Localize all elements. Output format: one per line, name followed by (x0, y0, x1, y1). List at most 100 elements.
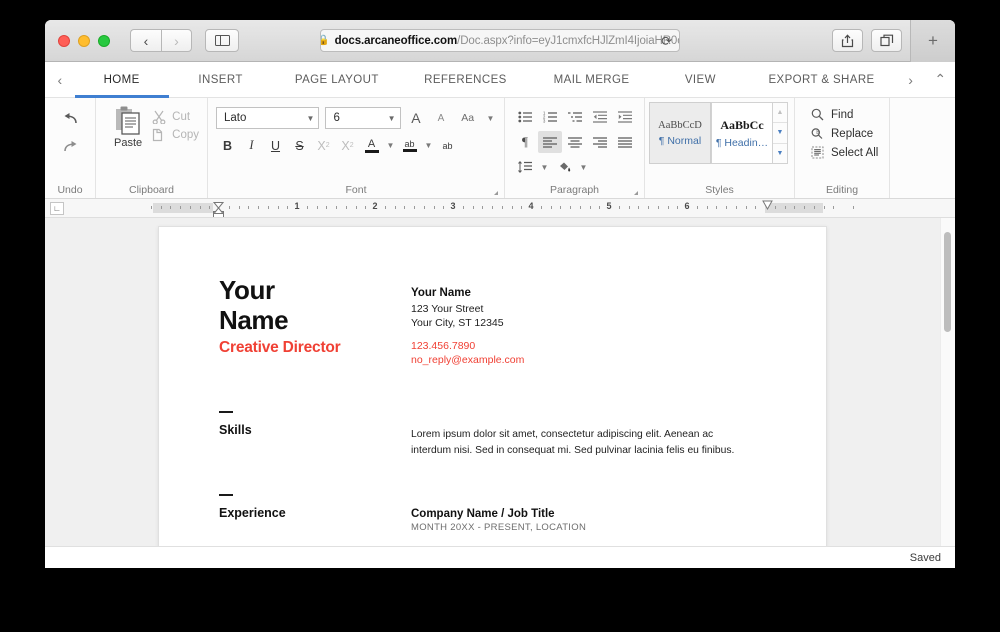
tab-export-and-share[interactable]: EXPORT & SHARE (747, 62, 895, 97)
ribbon-collapse-button[interactable]: ⌃ (925, 62, 955, 97)
bold-button[interactable]: B (216, 134, 239, 157)
grow-font-button[interactable]: A (407, 107, 426, 129)
ruler-number: 3 (450, 201, 456, 211)
paste-button[interactable]: Paste (104, 106, 152, 149)
address-bar[interactable]: 🔒 docs.arcaneoffice.com/Doc.aspx?info=ey… (320, 29, 680, 52)
underline-button[interactable]: U (264, 134, 287, 157)
forward-button[interactable]: › (161, 29, 192, 52)
italic-button[interactable]: I (240, 134, 263, 157)
close-window-button[interactable] (58, 34, 70, 47)
ruler-tick (618, 206, 620, 209)
style-item-normal[interactable]: AaBbCcD ¶ Normal (649, 102, 711, 164)
ruler-tick (755, 206, 757, 209)
experience-heading: Experience (219, 506, 286, 521)
show-formatting-marks-button[interactable]: ¶ (513, 131, 537, 153)
styles-scroll-up-button[interactable]: ▲ (773, 103, 787, 122)
tab-page-layout[interactable]: PAGE LAYOUT (273, 62, 402, 97)
align-right-button[interactable] (588, 131, 612, 153)
ribbon-prev-button[interactable]: ‹ (45, 62, 75, 97)
font-color-button[interactable]: A (360, 134, 383, 157)
new-tab-button[interactable]: + (910, 20, 955, 62)
contact-phone: 123.456.7890 (411, 339, 476, 352)
status-bar: Saved (45, 546, 955, 568)
ruler-tick (462, 206, 464, 209)
paragraph-dialog-launcher[interactable] (634, 191, 638, 195)
document-page[interactable]: Your Name Creative Director Your Name 12… (158, 226, 827, 563)
cut-button[interactable]: Cut (152, 110, 199, 124)
vertical-scrollbar-thumb[interactable] (944, 232, 951, 332)
minimize-window-button[interactable] (78, 34, 90, 47)
ruler-tick (560, 206, 562, 209)
replace-icon: b (811, 128, 823, 139)
ruler-tick (228, 206, 230, 209)
subscript-button[interactable]: X2 (336, 134, 359, 157)
ribbon-group-font: Lato ▼ 6 ▼ A A Aa ▼ B I U S X 2 X 2 A ▼ … (207, 98, 504, 198)
share-button[interactable] (832, 29, 863, 52)
chevron-down-icon[interactable]: ▼ (577, 163, 590, 172)
font-dialog-launcher[interactable] (494, 191, 498, 195)
redo-button[interactable] (55, 134, 85, 160)
ruler-tick (784, 206, 786, 209)
copy-button[interactable]: Copy (152, 128, 199, 142)
chevron-down-icon: ▼ (306, 113, 315, 123)
ribbon-next-button[interactable]: › (896, 62, 926, 97)
font-size-select[interactable]: 6 ▼ (325, 107, 401, 129)
sidebar-toggle-button[interactable] (205, 29, 239, 52)
find-button[interactable]: Find (811, 108, 878, 121)
clear-formatting-button[interactable]: ab (436, 134, 459, 157)
undo-button[interactable] (55, 106, 85, 132)
ruler-left-margin-shade (153, 203, 213, 213)
ruler-tick (414, 206, 415, 209)
replace-button[interactable]: b Replace (811, 127, 878, 140)
decrease-indent-icon (592, 111, 607, 123)
highlight-button[interactable]: ab (398, 134, 421, 157)
align-left-button[interactable] (538, 131, 562, 153)
tab-mail-merge[interactable]: MAIL MERGE (530, 62, 654, 97)
document-canvas[interactable]: Your Name Creative Director Your Name 12… (45, 218, 955, 563)
numbered-list-button[interactable]: 1 2 3 (538, 106, 562, 128)
ruler-tick (833, 206, 835, 209)
select-all-button[interactable]: Select All (811, 146, 878, 159)
back-button[interactable]: ‹ (130, 29, 161, 52)
document-ruler[interactable]: ∟ 123456 (45, 199, 955, 218)
styles-more-button[interactable]: ▼ (773, 142, 787, 163)
style-item-heading[interactable]: AaBbCc ¶ Headin… (711, 102, 773, 164)
bulleted-list-button[interactable] (513, 106, 537, 128)
resume-header-left: Your Name Creative Director (219, 275, 411, 368)
ruler-tick (667, 206, 669, 209)
tab-references[interactable]: REFERENCES (401, 62, 530, 97)
increase-indent-button[interactable] (613, 106, 637, 128)
tab-view[interactable]: VIEW (653, 62, 747, 97)
font-name-select[interactable]: Lato ▼ (216, 107, 320, 129)
reload-icon[interactable]: ⟳ (661, 34, 672, 47)
chevron-down-icon[interactable]: ▼ (485, 114, 496, 123)
copy-label: Copy (172, 129, 199, 141)
chevron-down-icon[interactable]: ▼ (422, 141, 435, 150)
styles-scroll-down-button[interactable]: ▼ (773, 122, 787, 142)
ruler-tick (745, 206, 747, 209)
ruler-tick (540, 206, 542, 209)
style-name-normal: ¶ Normal (658, 134, 702, 147)
shading-button[interactable] (552, 156, 576, 178)
show-tabs-button[interactable] (871, 29, 902, 52)
ruler-tick (433, 206, 435, 209)
multilevel-list-button[interactable] (563, 106, 587, 128)
change-case-button[interactable]: Aa (456, 107, 478, 129)
vertical-scroll-trough[interactable] (940, 218, 955, 563)
ruler-tick (394, 206, 396, 209)
tab-insert[interactable]: INSERT (169, 62, 273, 97)
decrease-indent-button[interactable] (588, 106, 612, 128)
chevron-down-icon[interactable]: ▼ (384, 141, 397, 150)
line-spacing-button[interactable] (513, 156, 537, 178)
shrink-font-button[interactable]: A (431, 107, 450, 129)
ruler-tick (472, 206, 474, 209)
ruler-tick (804, 206, 805, 209)
chevron-down-icon[interactable]: ▼ (538, 163, 551, 172)
justify-button[interactable] (613, 131, 637, 153)
group-label-undo: Undo (57, 183, 83, 196)
align-center-button[interactable] (563, 131, 587, 153)
tab-home[interactable]: HOME (74, 62, 169, 98)
maximize-window-button[interactable] (98, 34, 110, 47)
superscript-button[interactable]: X2 (312, 134, 335, 157)
strikethrough-button[interactable]: S (288, 134, 311, 157)
